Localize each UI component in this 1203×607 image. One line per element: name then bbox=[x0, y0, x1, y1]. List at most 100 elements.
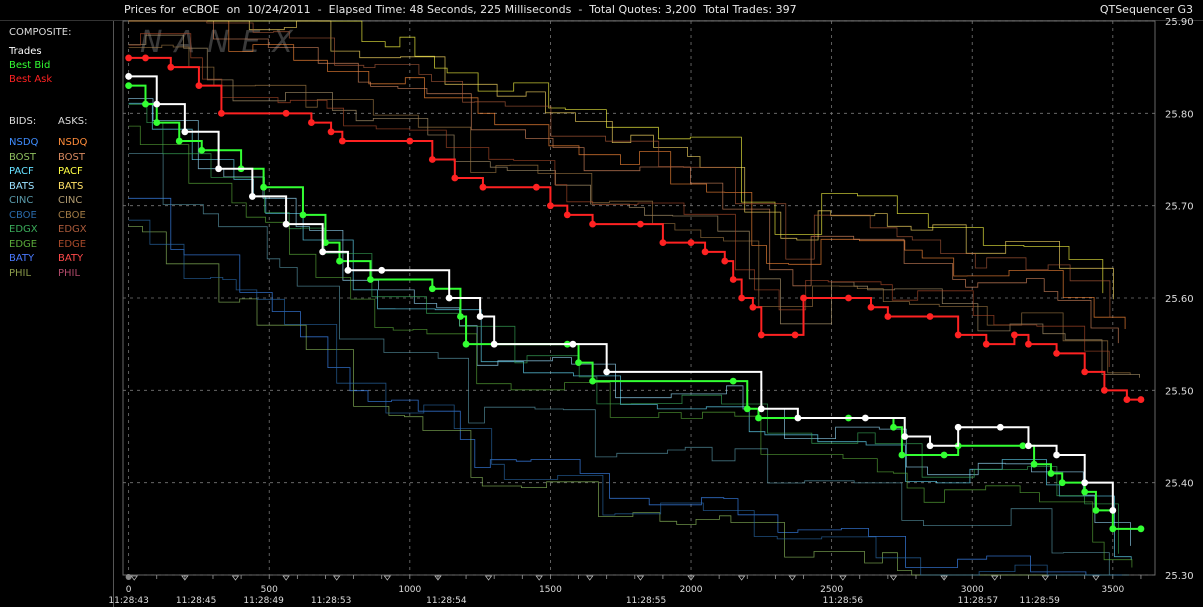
best-bid-point bbox=[198, 146, 206, 154]
best-bid-point bbox=[729, 377, 737, 385]
trades-point bbox=[794, 414, 802, 422]
best-bid-point bbox=[898, 451, 906, 459]
best-ask-point bbox=[884, 313, 892, 320]
best-ask-point bbox=[1100, 386, 1108, 394]
time-label: 11:28:53 bbox=[311, 596, 351, 606]
trade-marker bbox=[1092, 575, 1100, 581]
best-bid-point bbox=[336, 257, 343, 265]
trade-marker bbox=[282, 575, 290, 581]
x-tick-label: 0 bbox=[126, 585, 132, 595]
best-ask-point bbox=[1123, 396, 1131, 403]
best-ask-point bbox=[1081, 368, 1089, 376]
trades-point bbox=[490, 340, 498, 348]
trades-point bbox=[215, 165, 223, 173]
trades-point bbox=[476, 313, 484, 320]
best-ask-point bbox=[749, 303, 757, 311]
best-bid-point bbox=[462, 340, 470, 348]
best-ask-point bbox=[167, 63, 175, 71]
best-ask-point bbox=[532, 183, 540, 191]
best-bid-point bbox=[153, 119, 161, 126]
trades-point bbox=[1053, 451, 1060, 459]
best-ask-point bbox=[701, 248, 709, 256]
trade-marker bbox=[484, 575, 493, 581]
x-tick-label: 2000 bbox=[680, 585, 703, 595]
price-chart: NANEX 25.30 25.40 25.50 25.60 25.70 25.80 25.90… bbox=[108, 17, 1194, 606]
best-bid-point bbox=[428, 285, 436, 293]
best-ask-point bbox=[563, 211, 571, 219]
trades-point bbox=[954, 423, 962, 431]
trades-point bbox=[996, 423, 1004, 431]
best-bid-point bbox=[142, 100, 149, 108]
y-tick-label: 25.70 bbox=[1165, 202, 1194, 213]
best-ask-point bbox=[659, 239, 667, 247]
trades-point bbox=[901, 433, 909, 440]
trades-point bbox=[603, 368, 611, 376]
best-ask-point bbox=[738, 294, 746, 302]
best-bid-point bbox=[743, 405, 751, 413]
best-ask-point bbox=[926, 313, 934, 320]
best-ask-point bbox=[791, 331, 799, 339]
y-tick-label: 25.40 bbox=[1165, 479, 1194, 490]
trade-marker bbox=[130, 575, 138, 581]
best-bid-point bbox=[1137, 525, 1145, 533]
time-label: 11:28:56 bbox=[823, 596, 864, 606]
y-tick-label: 25.50 bbox=[1165, 386, 1194, 397]
best-ask-point bbox=[637, 220, 644, 228]
best-bid-point bbox=[575, 359, 582, 367]
trade-marker bbox=[231, 575, 240, 581]
best-ask-point bbox=[479, 183, 487, 191]
trades-point bbox=[926, 442, 934, 450]
best-bid-point bbox=[260, 183, 267, 191]
x-tick-label: 1000 bbox=[398, 585, 421, 595]
trades-point bbox=[181, 128, 189, 136]
best-ask-point bbox=[406, 137, 414, 145]
trades-point bbox=[1081, 479, 1089, 487]
best-ask-point bbox=[142, 54, 149, 62]
watermark-logo: NANEX bbox=[140, 25, 305, 60]
chart-window: Prices for eCBOE on 10/24/2011 - Elapsed… bbox=[0, 0, 1203, 607]
origin-marker bbox=[125, 574, 132, 580]
best-ask-point bbox=[800, 294, 807, 302]
best-ask-point bbox=[308, 119, 315, 126]
time-label: 11:28:49 bbox=[243, 596, 284, 606]
trade-marker bbox=[991, 575, 999, 581]
best-ask-point bbox=[954, 331, 962, 339]
y-tick-label: 25.30 bbox=[1165, 571, 1194, 582]
trade-marker bbox=[737, 575, 746, 581]
best-ask-point bbox=[195, 82, 203, 90]
best-ask-point bbox=[125, 54, 133, 62]
y-tick-label: 25.60 bbox=[1165, 294, 1194, 305]
trades-point bbox=[319, 248, 327, 256]
time-label: 11:28:43 bbox=[108, 596, 148, 606]
best-bid-point bbox=[175, 137, 183, 145]
best-ask-point bbox=[327, 128, 335, 136]
best-bid-point bbox=[457, 313, 464, 320]
trades-point bbox=[1025, 442, 1032, 450]
best-bid-point bbox=[940, 451, 948, 459]
time-label: 11:28:54 bbox=[426, 596, 467, 606]
best-ask-point bbox=[1025, 340, 1032, 348]
trades-point bbox=[125, 73, 133, 80]
trade-marker bbox=[889, 575, 898, 581]
trades-point bbox=[1109, 506, 1117, 514]
best-ask-point bbox=[1011, 331, 1018, 339]
best-ask-point bbox=[589, 220, 597, 228]
trade-marker bbox=[1041, 575, 1050, 581]
trade-marker bbox=[788, 575, 796, 581]
trade-marker bbox=[333, 575, 341, 581]
time-label: 11:28:45 bbox=[176, 596, 216, 606]
best-ask-point bbox=[982, 340, 990, 348]
best-ask-point bbox=[1137, 396, 1145, 403]
trades-point bbox=[757, 405, 765, 413]
trades-point bbox=[861, 414, 869, 422]
best-bid-point bbox=[1109, 525, 1117, 533]
time-label: 11:28:55 bbox=[626, 596, 666, 606]
x-tick-label: 3000 bbox=[961, 585, 984, 595]
trade-marker bbox=[839, 575, 847, 581]
best-bid-point bbox=[299, 211, 307, 219]
best-ask-point bbox=[1053, 350, 1060, 357]
trades-point bbox=[344, 266, 352, 274]
y-tick-label: 25.90 bbox=[1165, 17, 1194, 28]
trades-point bbox=[248, 193, 256, 200]
y-tick-label: 25.80 bbox=[1165, 109, 1194, 120]
